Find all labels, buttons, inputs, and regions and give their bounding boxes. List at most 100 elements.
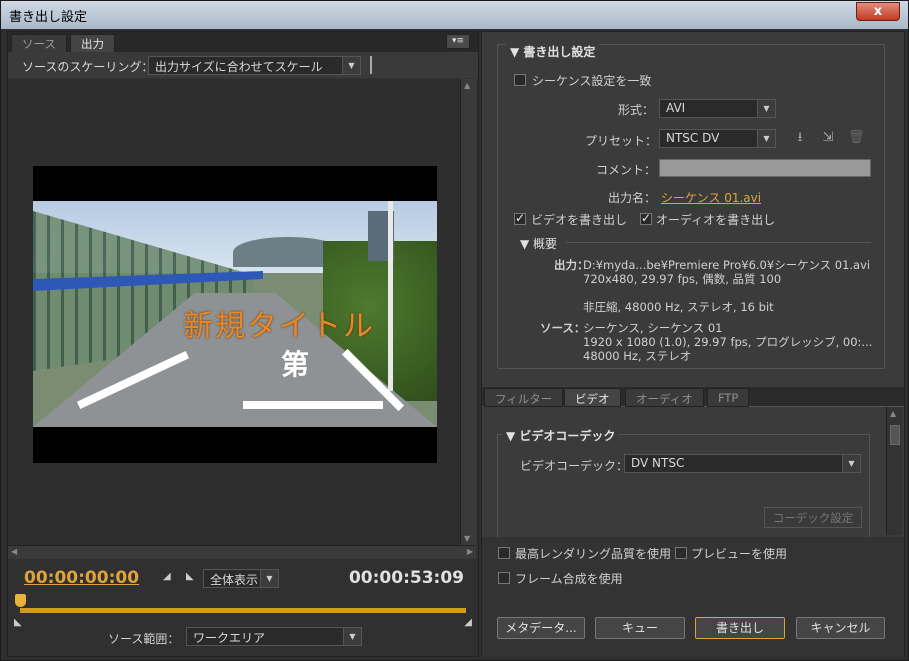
- settings-vertical-scrollbar[interactable]: ▲: [886, 407, 902, 535]
- video-codec-dropdown[interactable]: DV NTSC ▼: [624, 454, 861, 473]
- overlay-title: 新規タイトル: [183, 309, 375, 344]
- scaling-row: ソースのスケーリング： 出力サイズに合わせてスケール ▼: [8, 52, 478, 78]
- title-bar: 書き出し設定 x: [1, 1, 908, 29]
- export-settings-section: ▼ 書き出し設定 シーケンス設定を一致 形式： AVI ▼ プリセット： NTS…: [497, 43, 885, 369]
- road-mark: [243, 401, 383, 409]
- tab-video[interactable]: ビデオ: [564, 388, 621, 407]
- export-audio-label: オーディオを書き出し: [656, 213, 776, 227]
- save-preset-icon[interactable]: ⭳: [792, 130, 808, 146]
- export-settings-window: 書き出し設定 x ソース 出力 ▾≡ ソースのスケーリング： 出力サイズに合わせ…: [0, 0, 909, 661]
- output-summary-line: 720x480, 29.97 fps, 偶数, 品質 100: [583, 272, 782, 286]
- road-marking-text: 第: [281, 348, 310, 381]
- video-letterbox: 第 新規タイトル: [33, 166, 437, 463]
- tab-audio[interactable]: オーディオ: [625, 388, 704, 407]
- video-codec-section: ▼ ビデオコーデック ビデオコーデック： DV NTSC ▼ コーデック設定: [497, 427, 870, 544]
- export-video-label: ビデオを書き出し: [531, 213, 628, 227]
- import-preset-icon[interactable]: ⇲: [820, 130, 836, 146]
- use-previews-checkbox[interactable]: [675, 547, 687, 559]
- source-summary-line: 48000 Hz, ステレオ: [583, 349, 692, 363]
- pole: [388, 201, 393, 391]
- comment-field[interactable]: [659, 159, 871, 177]
- delete-preset-icon[interactable]: 🗑: [848, 130, 865, 146]
- chevron-down-icon: ▼: [757, 130, 775, 147]
- format-label: 形式：: [618, 103, 655, 117]
- video-codec-label: ビデオコーデック：: [520, 459, 629, 473]
- scroll-thumb[interactable]: [890, 425, 900, 445]
- match-sequence-label: シーケンス設定を一致: [532, 74, 652, 88]
- settings-panel: ▼ 書き出し設定 シーケンス設定を一致 形式： AVI ▼ プリセット： NTS…: [481, 31, 905, 657]
- cancel-button[interactable]: キャンセル: [796, 617, 885, 639]
- scaling-dropdown[interactable]: 出力サイズに合わせてスケール ▼: [148, 56, 361, 75]
- action-buttons: メタデータ... キュー 書き出し キャンセル: [482, 597, 904, 657]
- source-range-dropdown[interactable]: ワークエリア ▼: [186, 627, 362, 646]
- source-output-tabs: ソース 出力 ▾≡: [8, 32, 478, 52]
- chevron-down-icon: ▼: [342, 57, 360, 74]
- format-dropdown[interactable]: AVI ▼: [659, 99, 776, 118]
- scroll-up-icon[interactable]: ▲: [890, 409, 896, 418]
- collapse-icon: ▼: [520, 237, 534, 251]
- divider: [370, 56, 372, 74]
- work-area-bar[interactable]: [20, 608, 466, 613]
- max-render-quality-label: 最高レンダリング品質を使用: [515, 547, 672, 561]
- codec-settings-button[interactable]: コーデック設定: [764, 507, 862, 528]
- tab-output[interactable]: 出力: [70, 34, 115, 52]
- zoom-value: 全体表示: [210, 573, 259, 587]
- queue-button[interactable]: キュー: [595, 617, 685, 639]
- export-button[interactable]: 書き出し: [695, 617, 785, 639]
- comment-label: コメント：: [596, 163, 657, 177]
- summary-toggle[interactable]: ▼ 概要: [520, 235, 557, 252]
- preview-horizontal-scrollbar[interactable]: ◀ ▶: [8, 545, 476, 559]
- source-summary-label: ソース：: [540, 321, 586, 335]
- preset-dropdown[interactable]: NTSC DV ▼: [659, 129, 776, 148]
- output-summary-line: 非圧縮, 48000 Hz, ステレオ, 16 bit: [583, 300, 774, 314]
- preview-vertical-scrollbar[interactable]: ▲ ▼: [460, 79, 476, 545]
- source-range-value: ワークエリア: [193, 631, 266, 645]
- export-settings-title[interactable]: ▼ 書き出し設定: [506, 43, 600, 60]
- tab-ftp[interactable]: FTP: [707, 388, 750, 407]
- export-video-checkbox[interactable]: [514, 211, 526, 225]
- window-title: 書き出し設定: [9, 10, 88, 25]
- set-out-point-icon[interactable]: ◣: [186, 571, 194, 582]
- video-codec-toggle[interactable]: ▼ ビデオコーデック: [502, 427, 620, 444]
- chevron-down-icon: ▼: [260, 570, 278, 587]
- match-sequence-checkbox[interactable]: [514, 74, 526, 86]
- video-frame: 第 新規タイトル: [33, 201, 437, 427]
- chevron-down-icon: ▼: [757, 100, 775, 117]
- video-codec-panel: ▼ ビデオコーデック ビデオコーデック： DV NTSC ▼ コーデック設定: [482, 407, 904, 544]
- collapse-icon: ▼: [510, 45, 524, 59]
- playhead-icon[interactable]: [15, 594, 26, 607]
- frame-blending-checkbox[interactable]: [498, 572, 510, 584]
- use-previews-label: プレビューを使用: [691, 547, 788, 561]
- chevron-down-icon: ▼: [842, 455, 860, 472]
- summary-title: 概要: [533, 237, 558, 251]
- scroll-up-icon[interactable]: ▲: [464, 81, 470, 90]
- out-point-marker-icon[interactable]: ◢: [464, 617, 472, 628]
- max-render-quality-checkbox[interactable]: [498, 547, 510, 559]
- set-in-point-icon[interactable]: ◢: [163, 571, 171, 582]
- current-timecode[interactable]: 00:00:00:00: [24, 568, 139, 588]
- tab-source[interactable]: ソース: [11, 34, 67, 52]
- scroll-left-icon[interactable]: ◀: [11, 547, 17, 556]
- timeline-controls: 00:00:00:00 ◢ ◣ 全体表示 ▼ 00:00:53:09 ◣ ◢ ソ…: [8, 559, 478, 656]
- preset-value: NTSC DV: [666, 131, 720, 145]
- in-point-marker-icon[interactable]: ◣: [14, 617, 22, 628]
- section-title-text: 書き出し設定: [523, 45, 596, 59]
- collapse-icon: ▼: [506, 429, 520, 443]
- preset-label: プリセット：: [585, 134, 658, 148]
- close-button[interactable]: x: [856, 2, 900, 21]
- export-audio-checkbox[interactable]: [640, 211, 652, 225]
- source-range-label: ソース範囲：: [108, 632, 180, 646]
- preview-panel: ソース 出力 ▾≡ ソースのスケーリング： 出力サイズに合わせてスケール ▼ 第…: [7, 31, 479, 657]
- divider: [566, 242, 871, 243]
- scaling-label: ソースのスケーリング：: [22, 60, 154, 74]
- scroll-down-icon[interactable]: ▼: [464, 534, 470, 543]
- scaling-value: 出力サイズに合わせてスケール: [155, 60, 323, 74]
- output-name-link[interactable]: シーケンス 01.avi: [661, 189, 761, 206]
- zoom-dropdown[interactable]: 全体表示 ▼: [203, 569, 279, 588]
- tab-filters[interactable]: フィルター: [484, 388, 564, 407]
- panel-menu-icon[interactable]: ▾≡: [446, 34, 470, 49]
- format-value: AVI: [666, 101, 686, 115]
- metadata-button[interactable]: メタデータ...: [497, 617, 585, 639]
- scroll-right-icon[interactable]: ▶: [467, 547, 473, 556]
- settings-tabs: フィルター ビデオ オーディオ FTP: [482, 387, 904, 407]
